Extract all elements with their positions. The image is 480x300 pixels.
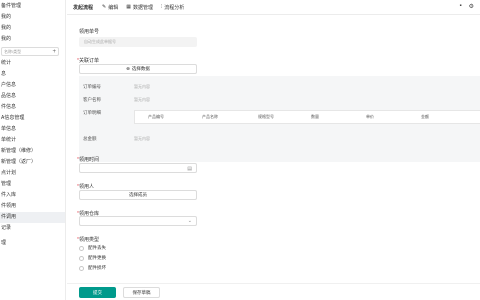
select-data-label: 选择数据 [131,66,150,71]
edit-label: 编辑 [108,4,119,11]
calendar-icon[interactable]: ▤ [187,165,192,172]
sidebar-item[interactable]: 管理 [0,179,65,190]
table-icon: ▦ [126,4,131,10]
sidebar-item[interactable]: 件信息 [0,102,65,113]
radio-circle[interactable] [79,245,84,251]
table-header: 金额 [421,114,429,119]
sidebar: 备件管理 我的 我的 我的 名称/类型 + 统计 息 户信息 品信息 件信息 A… [0,0,66,300]
pencil-icon: ✎ [102,4,107,10]
radio-circle[interactable] [79,255,84,261]
time-label: *领用时间 [77,157,99,163]
customer-label: 客户名称 [83,97,101,102]
sidebar-item[interactable]: 我的 [0,34,65,45]
table-header: 产品编号 [148,114,164,119]
total-value: 暂无内容 [134,136,150,141]
sidebar-item[interactable]: 新管理（维修） [0,146,65,157]
sidebar-item[interactable]: 品信息 [0,91,65,102]
page-title: 发起流程 [73,4,94,11]
sidebar-search-input[interactable]: 名称/类型 + [1,47,59,56]
radio-circle[interactable] [79,265,84,271]
customer-value: 暂无内容 [134,97,150,102]
plus-circle-icon: ⊕ [126,66,130,71]
data-manage-label: 数据管理 [132,4,153,11]
warehouse-select[interactable]: ⌄ [79,216,197,226]
sidebar-search-placeholder: 名称/类型 [4,48,22,54]
chevron-down-icon: ⌄ [187,218,192,224]
sidebar-title: 备件管理 [1,3,22,9]
type-radio-option[interactable]: 配件丢失 [79,245,106,251]
save-icon[interactable]: ▪ [459,3,461,10]
radio-label: 配件更换 [88,255,106,260]
sidebar-item[interactable]: 我的 [0,12,65,23]
chart-icon: ⫶ [160,4,163,10]
sidebar-item[interactable]: 理 [0,238,65,249]
apply-no-field: 自动生成此单据号 [79,37,197,47]
order-label: *关联订单 [77,58,99,64]
sidebar-item[interactable]: 我的 [0,23,65,34]
type-label: *领用类型 [77,237,99,243]
sidebar-item-active[interactable]: 件调用 [0,212,65,223]
order-detail-label: 订单明细 [83,110,101,115]
table-header: 单价 [366,114,374,119]
time-input[interactable]: ▤ [79,163,197,173]
sidebar-item[interactable]: 点计划 [0,168,65,179]
order-no-value: 暂无内容 [134,84,150,89]
submit-button[interactable]: 提交 [79,287,116,298]
toolbar: 发起流程 ✎ 编辑 ▦ 数据管理 ⫶ 流程分析 ▪ ⚙ [67,0,480,15]
settings-icon[interactable]: ⚙ [469,3,474,10]
save-draft-button[interactable]: 保存草稿 [123,287,160,298]
type-radio-option[interactable]: 配件更换 [79,255,106,261]
type-radio-option[interactable]: 配件损坏 [79,265,106,271]
flow-analysis-button[interactable]: ⫶ 流程分析 [161,4,184,11]
sidebar-item[interactable]: 件入库 [0,190,65,201]
edit-button[interactable]: ✎ 编辑 [102,4,118,11]
sidebar-item[interactable]: 统计 [0,58,65,69]
form-area: 领用单号 自动生成此单据号 *关联订单 ⊕ 选择数据 订单编号 暂无内容 客户名… [67,16,480,300]
sidebar-item[interactable]: 新管理（返厂） [0,157,65,168]
sidebar-item[interactable]: 息 [0,69,65,80]
sidebar-item[interactable]: 单统计 [0,135,65,146]
toolbar-right: ▪ ⚙ [459,3,474,10]
total-label: 总金额 [83,136,97,141]
sidebar-item[interactable]: 户信息 [0,80,65,91]
select-member-button[interactable]: 选择成员 [79,190,197,200]
type-label-text: 领用类型 [78,237,99,243]
apply-no-label: 领用单号 [79,29,100,35]
flow-analysis-label: 流程分析 [164,4,185,11]
table-header: 数量 [311,114,319,119]
order-no-label: 订单编号 [83,84,101,89]
select-member-label: 选择成员 [129,192,147,197]
order-detail-table: 产品编号 产品名称 规格型号 数量 单价 金额 [134,110,480,124]
person-label: *领用人 [77,184,94,190]
sidebar-item[interactable]: A信息管理 [0,113,65,124]
table-header: 产品名称 [202,114,218,119]
select-data-button[interactable]: ⊕ 选择数据 [79,64,197,74]
sidebar-item[interactable]: 件领用 [0,201,65,212]
order-detail-panel: 订单编号 暂无内容 客户名称 暂无内容 订单明细 产品编号 产品名称 规格型号 … [79,76,480,162]
sidebar-item[interactable]: 单信息 [0,124,65,135]
data-manage-button[interactable]: ▦ 数据管理 [126,4,153,11]
add-icon[interactable]: + [52,49,56,55]
sidebar-item[interactable]: 记录 [0,223,65,234]
radio-label: 配件丢失 [88,245,106,250]
radio-label: 配件损坏 [88,265,106,270]
table-header: 规格型号 [258,114,274,119]
form-footer: 提交 保存草稿 [67,283,480,300]
